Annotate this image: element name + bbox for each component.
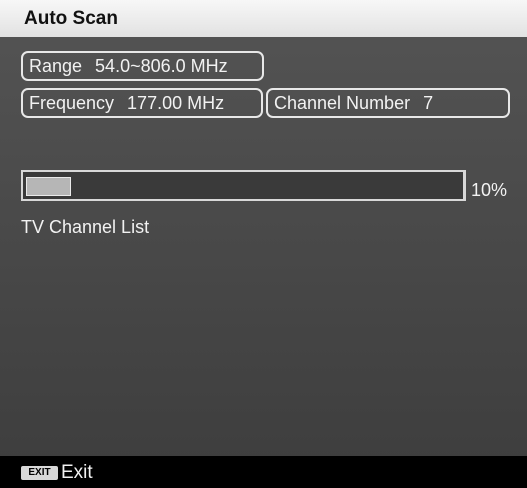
channel-number-label: Channel Number	[274, 93, 411, 113]
scan-progress-bar	[21, 170, 466, 201]
scan-progress-fill	[26, 177, 71, 196]
range-field: Range 54.0~806.0 MHz	[21, 51, 264, 81]
frequency-field: Frequency 177.00 MHz	[21, 88, 263, 118]
exit-action-label[interactable]: Exit	[61, 461, 93, 485]
page-title: Auto Scan	[0, 0, 527, 37]
frequency-label: Frequency	[29, 93, 115, 113]
tv-channel-list-label: TV Channel List	[21, 217, 150, 237]
frequency-value: 177.00 MHz	[127, 93, 225, 113]
channel-number-field: Channel Number 7	[266, 88, 510, 118]
scan-progress-percent: 10%	[471, 180, 508, 200]
exit-key-icon: EXIT	[21, 466, 58, 480]
auto-scan-screen: Auto Scan Range 54.0~806.0 MHz Frequency 1…	[0, 0, 527, 488]
range-value: 54.0~806.0 MHz	[95, 56, 228, 76]
channel-number-value: 7	[423, 93, 434, 113]
range-label: Range	[29, 56, 83, 76]
